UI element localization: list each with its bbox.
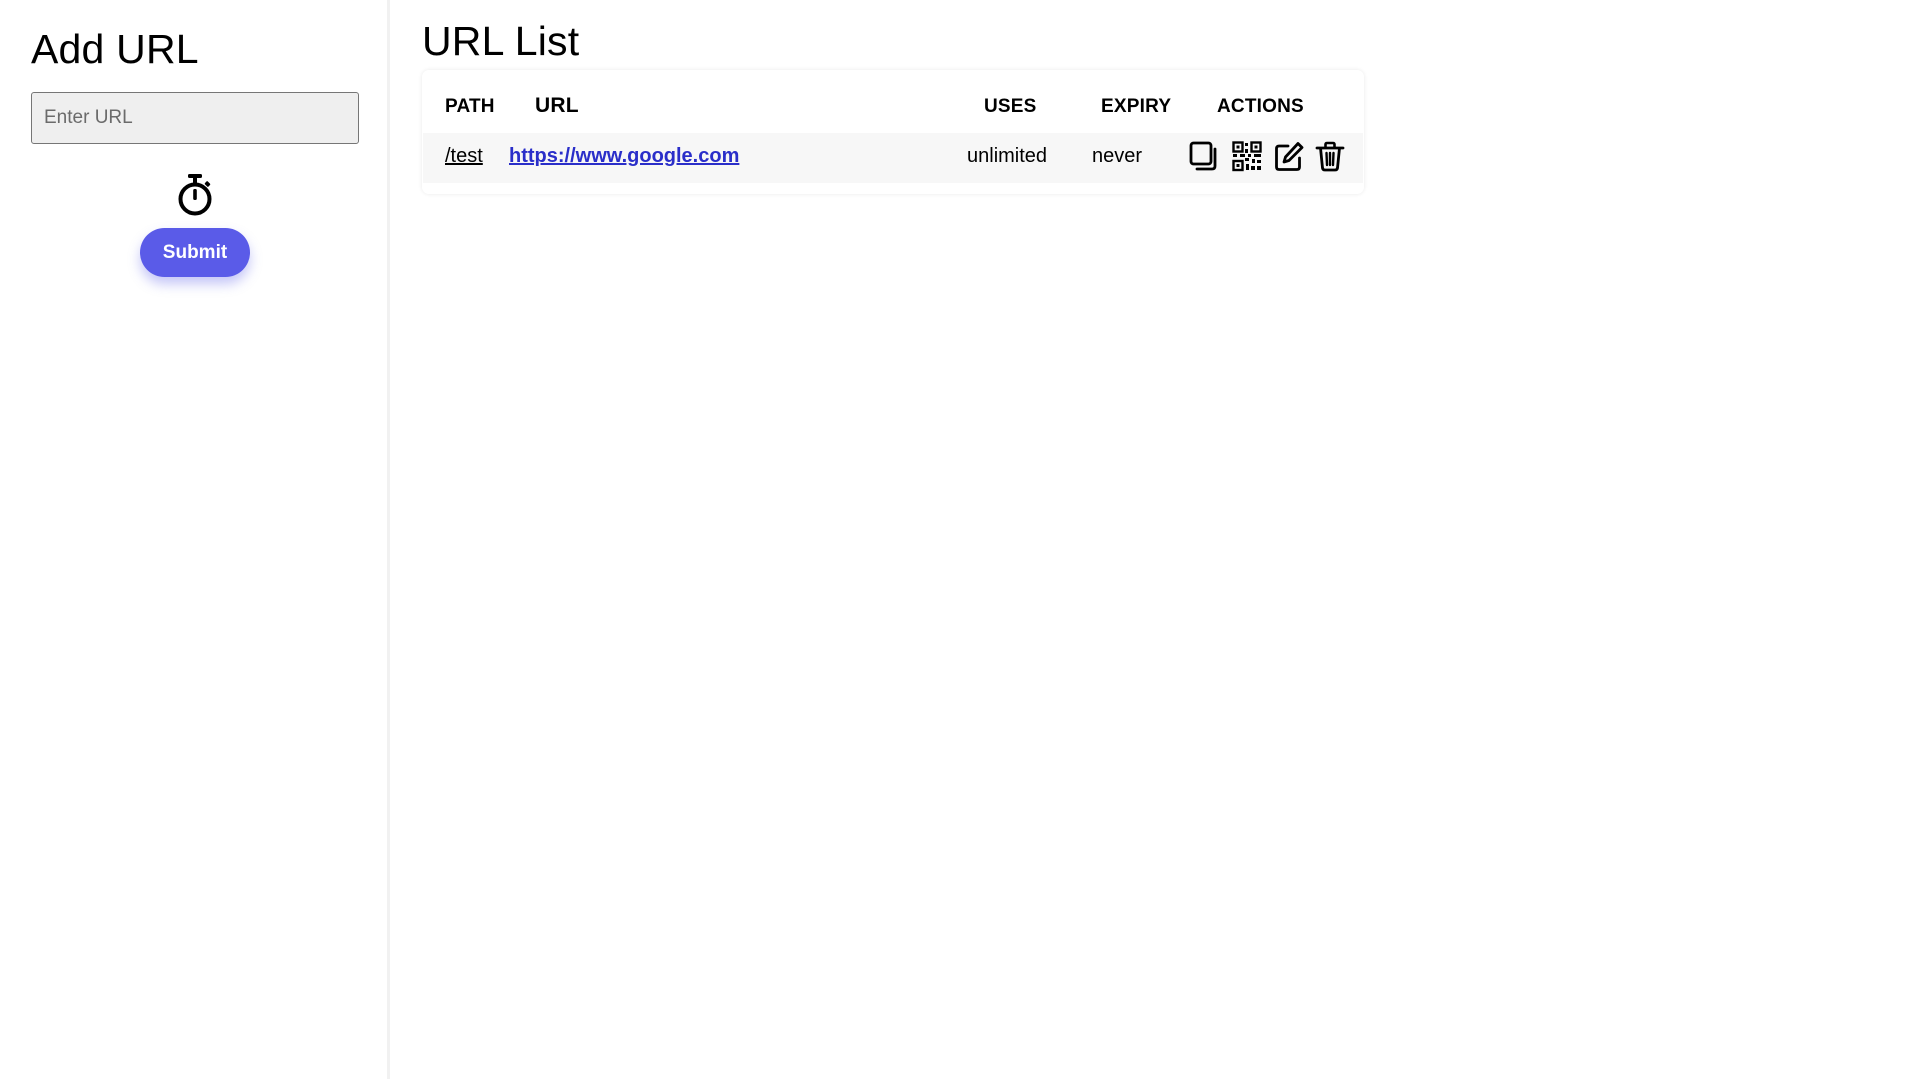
url-link[interactable]: https://www.google.com (509, 145, 739, 168)
column-header-uses: USES (984, 96, 1037, 117)
expiry-value: never (1092, 145, 1143, 167)
edit-icon[interactable] (1274, 141, 1304, 172)
path-link[interactable]: /test (445, 145, 483, 168)
submit-button[interactable]: Submit (140, 228, 250, 277)
column-header-path: PATH (445, 96, 495, 117)
trash-icon[interactable] (1315, 141, 1345, 172)
column-header-url: URL (535, 94, 579, 117)
column-header-expiry: EXPIRY (1101, 96, 1172, 117)
page-title: URL List (422, 18, 580, 64)
column-header-actions: ACTIONS (1217, 96, 1304, 117)
sidebar-title: Add URL (31, 26, 199, 72)
copy-icon[interactable] (1189, 141, 1219, 172)
url-input[interactable] (31, 92, 359, 144)
add-url-sidebar: Add URL Submit (0, 0, 390, 1079)
uses-value: unlimited (967, 145, 1048, 167)
qr-code-icon[interactable] (1232, 141, 1262, 172)
stopwatch-icon[interactable] (176, 173, 214, 217)
